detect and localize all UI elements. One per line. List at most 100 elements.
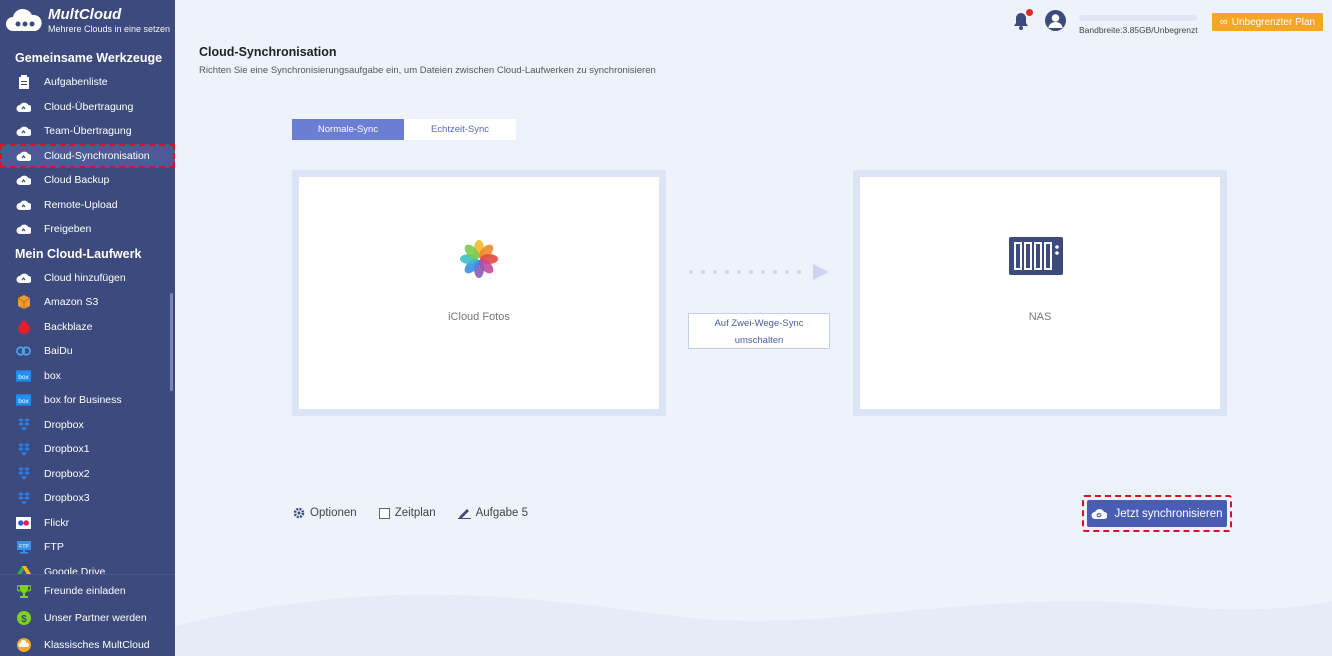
sidebar-item-baidu[interactable]: BaiDu	[0, 339, 175, 364]
sidebar-item-label: Freigeben	[44, 223, 92, 236]
sidebar-item-label: Cloud-Synchronisation	[44, 149, 150, 162]
sync-now-highlight: Jetzt synchronisieren	[1082, 495, 1232, 532]
sidebar-item-label: Dropbox2	[44, 467, 90, 480]
sidebar-item-label: Freunde einladen	[44, 584, 126, 597]
sidebar-item-label: Amazon S3	[44, 296, 99, 309]
sync-now-label: Jetzt synchronisieren	[1114, 507, 1223, 520]
target-panel[interactable]: NAS	[853, 170, 1227, 416]
sync-now-button[interactable]: Jetzt synchronisieren	[1087, 500, 1227, 527]
sidebar-item-klassisches-multcloud[interactable]: Klassisches MultCloud	[0, 631, 175, 656]
dropbox-icon	[16, 417, 31, 432]
tab-normal-sync[interactable]: Normale-Sync	[292, 119, 404, 140]
sidebar-item-label: Aufgabenliste	[44, 76, 108, 89]
sidebar-item-cloud-hinzufügen[interactable]: Cloud hinzufügen	[0, 266, 175, 291]
sidebar: MultCloud Mehrere Clouds in eine setzen …	[0, 0, 175, 656]
sidebar-item-remote-upload[interactable]: Remote-Upload	[0, 193, 175, 218]
plan-label: Unbegrenzter Plan	[1231, 16, 1316, 28]
cloud-add-icon	[16, 270, 31, 285]
box-icon: box	[16, 368, 31, 383]
sync-mode-tabs: Normale-Sync Echtzeit-Sync	[292, 119, 516, 140]
page-subtitle: Richten Sie eine Synchronisierungsaufgab…	[199, 65, 656, 76]
sidebar-item-dropbox3[interactable]: Dropbox3	[0, 486, 175, 511]
sidebar-item-aufgabenliste[interactable]: Aufgabenliste	[0, 70, 175, 95]
bandwidth-text: Bandbreite:3.85GB/Unbegrenzt	[1079, 25, 1198, 35]
sidebar-item-label: box	[44, 369, 61, 382]
box-business-icon: box	[16, 393, 31, 408]
task-options: Optionen Zeitplan Aufgabe 5	[293, 507, 550, 519]
sidebar-item-unser-partner-werden[interactable]: $ Unser Partner werden	[0, 604, 175, 631]
sidebar-item-backblaze[interactable]: Backblaze	[0, 315, 175, 340]
target-box[interactable]: NAS	[860, 177, 1220, 409]
two-way-sync-toggle[interactable]: Auf Zwei-Wege-Sync umschalten	[688, 313, 830, 349]
sidebar-item-label: Team-Übertragung	[44, 125, 132, 138]
options-label: Optionen	[310, 507, 357, 519]
two-way-sync-label-2: umschalten	[734, 335, 784, 346]
options-button[interactable]: Optionen	[293, 507, 357, 519]
sidebar-item-freunde-einladen[interactable]: Freunde einladen	[0, 577, 175, 604]
two-way-sync-label-1: Auf Zwei-Wege-Sync	[714, 318, 804, 329]
sidebar-item-ftp[interactable]: FTP FTP	[0, 535, 175, 560]
dropbox-icon	[16, 491, 31, 506]
sidebar-item-dropbox2[interactable]: Dropbox2	[0, 462, 175, 487]
brand-name: MultCloud	[48, 6, 122, 23]
sidebar-item-label: Dropbox	[44, 418, 84, 431]
schedule-label: Zeitplan	[394, 507, 436, 519]
sidebar-item-amazon-s3[interactable]: Amazon S3	[0, 290, 175, 315]
source-box[interactable]: iCloud Fotos	[299, 177, 659, 409]
logo[interactable]: MultCloud Mehrere Clouds in eine setzen	[0, 0, 175, 42]
sidebar-item-box[interactable]: box box	[0, 364, 175, 389]
svg-text:FTP: FTP	[19, 544, 29, 550]
cloud-sync-icon	[16, 148, 31, 163]
schedule-checkbox[interactable]: Zeitplan	[378, 507, 436, 519]
source-label: iCloud Fotos	[448, 311, 510, 323]
sidebar-item-dropbox1[interactable]: Dropbox1	[0, 437, 175, 462]
task-name-label: Aufgabe 5	[475, 507, 529, 519]
dropbox-icon	[16, 466, 31, 481]
infinity-icon: ∞	[1219, 16, 1228, 28]
sidebar-item-team-übertragung[interactable]: Team-Übertragung	[0, 119, 175, 144]
ftp-icon: FTP	[16, 540, 31, 555]
dropbox-icon	[16, 442, 31, 457]
gear-icon	[293, 507, 305, 519]
arrow-right-icon	[689, 264, 829, 280]
tab-realtime-sync[interactable]: Echtzeit-Sync	[404, 119, 516, 140]
sidebar-item-label: Dropbox1	[44, 443, 90, 456]
source-panel[interactable]: iCloud Fotos	[292, 170, 666, 416]
sidebar-item-label: Flickr	[44, 516, 70, 529]
page-title: Cloud-Synchronisation	[199, 45, 337, 59]
user-avatar-icon[interactable]	[1045, 10, 1066, 31]
cloud-transfer-icon	[16, 99, 31, 114]
team-transfer-icon	[16, 124, 31, 139]
multcloud-logo-icon	[6, 8, 42, 31]
sidebar-item-freigeben[interactable]: Freigeben	[0, 217, 175, 242]
dollar-icon: $	[16, 610, 31, 625]
unlimited-plan-button[interactable]: ∞ Unbegrenzter Plan	[1212, 13, 1323, 31]
sidebar-item-cloud-übertragung[interactable]: Cloud-Übertragung	[0, 95, 175, 120]
pencil-icon	[457, 507, 471, 519]
topbar: Bandbreite:3.85GB/Unbegrenzt ∞ Unbegrenz…	[175, 0, 1332, 42]
icloud-photos-icon	[460, 240, 498, 278]
sidebar-item-cloud-backup[interactable]: Cloud Backup	[0, 168, 175, 193]
trophy-icon	[16, 583, 31, 598]
svg-text:$: $	[21, 614, 27, 625]
flickr-icon	[16, 515, 31, 530]
checkbox-icon[interactable]	[378, 507, 390, 519]
classic-icon	[16, 637, 31, 652]
sidebar-scrollbar[interactable]	[170, 293, 173, 391]
task-name-edit[interactable]: Aufgabe 5	[457, 507, 529, 519]
bandwidth-bar	[1079, 15, 1197, 21]
amazon-s3-icon	[16, 295, 31, 310]
section-title-tools: Gemeinsame Werkzeuge	[15, 51, 163, 65]
sidebar-item-cloud-synchronisation[interactable]: Cloud-Synchronisation	[0, 143, 175, 168]
sidebar-item-dropbox[interactable]: Dropbox	[0, 413, 175, 438]
svg-text:box: box	[18, 398, 29, 405]
sidebar-item-label: Remote-Upload	[44, 198, 118, 211]
cloud-backup-icon	[16, 173, 31, 188]
clipboard-icon	[16, 75, 31, 90]
sidebar-bottom: Freunde einladen $ Unser Partner werden Kla…	[0, 574, 175, 656]
section-title-drives: Mein Cloud-Laufwerk	[15, 246, 142, 261]
sidebar-item-label: Backblaze	[44, 320, 93, 333]
sidebar-item-box-for-business[interactable]: box box for Business	[0, 388, 175, 413]
sidebar-item-flickr[interactable]: Flickr	[0, 511, 175, 536]
sidebar-item-label: Cloud hinzufügen	[44, 271, 126, 284]
